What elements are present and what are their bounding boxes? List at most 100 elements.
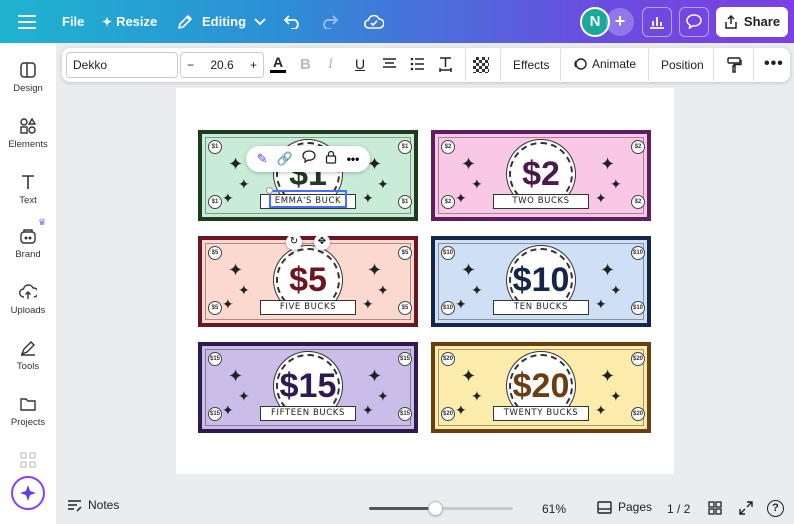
magic-sparkle-icon	[20, 485, 36, 501]
text-selection-box[interactable]	[266, 187, 347, 208]
sidebar-item-projects[interactable]: Projects	[0, 395, 56, 428]
add-comment-icon[interactable]	[302, 150, 316, 168]
zoom-slider[interactable]	[369, 501, 513, 516]
magic-assistant-button[interactable]	[11, 476, 45, 510]
sparkle-icon: ✦	[102, 14, 113, 29]
corner-badge: $1	[208, 140, 222, 154]
toolbar-divider	[560, 49, 561, 81]
font-size-increase-button[interactable]: +	[250, 58, 257, 72]
share-button[interactable]: Share	[716, 0, 788, 43]
comments-button[interactable]	[679, 0, 709, 43]
money-bill[interactable]: $20 $20 $20 $20 ✦ ✦ ✦ ✦ ✦ ✦ $20 TWENTY BUCKS	[431, 342, 651, 433]
sidebar-item-tools[interactable]: Tools	[0, 339, 56, 372]
undo-button[interactable]	[284, 0, 302, 43]
menu-icon[interactable]	[18, 0, 36, 43]
font-size-control: − 20.6 +	[180, 52, 264, 78]
text-color-button[interactable]: A	[270, 55, 286, 75]
sparkle-icon: ✦	[362, 296, 374, 312]
resize-handle[interactable]	[266, 187, 273, 194]
corner-badge: $2	[631, 195, 645, 209]
resize-label: Resize	[116, 14, 158, 29]
animate-button[interactable]: Animate	[573, 57, 636, 71]
bill-amount[interactable]: $5	[202, 262, 414, 298]
comment-icon	[679, 6, 709, 37]
align-center-icon[interactable]	[382, 57, 397, 74]
grid-view-icon[interactable]	[708, 501, 722, 518]
corner-badge: $15	[398, 407, 412, 421]
bill-amount[interactable]: $10	[435, 262, 647, 298]
italic-icon[interactable]: I	[328, 56, 333, 73]
animate-label: Animate	[592, 57, 637, 71]
paint-roller-icon[interactable]	[726, 57, 742, 76]
bold-icon[interactable]: B	[300, 56, 311, 73]
text-icon	[22, 175, 34, 189]
pencil-icon	[178, 14, 192, 29]
corner-badge: $20	[631, 407, 645, 421]
fullscreen-icon[interactable]	[739, 501, 753, 518]
bill-amount[interactable]: $15	[202, 368, 414, 404]
link-icon[interactable]: 🔗	[277, 151, 293, 167]
more-options-icon[interactable]: •••	[764, 55, 784, 73]
corner-badge: $1	[398, 140, 412, 154]
bill-label[interactable]: FIVE BUCKS	[260, 300, 356, 315]
notes-button[interactable]: Notes	[67, 498, 119, 512]
cloud-check-icon	[364, 14, 384, 29]
position-button[interactable]: Position	[661, 58, 704, 72]
move-handle-icon[interactable]: ✥	[314, 234, 330, 250]
sparkle-icon: ✦	[595, 190, 607, 206]
corner-badge: $2	[441, 140, 455, 154]
sparkle-icon: ✦	[362, 190, 374, 206]
letter-spacing-icon[interactable]	[438, 56, 453, 75]
help-button[interactable]: ?	[767, 500, 784, 517]
left-sidebar: Design Elements Text ♛ Brand Uploads Too…	[0, 43, 56, 524]
share-label: Share	[743, 14, 781, 29]
redo-icon	[323, 14, 338, 29]
zoom-value[interactable]: 61%	[542, 502, 566, 516]
upload-cloud-icon	[19, 284, 37, 299]
bill-label[interactable]: TWO BUCKS	[493, 194, 589, 209]
transparency-icon[interactable]	[473, 57, 489, 73]
editing-mode-button[interactable]: Editing	[176, 0, 266, 43]
money-bill[interactable]: $15 $15 $15 $15 ✦ ✦ ✦ ✦ ✦ ✦ $15 FIFTEEN BUCKS	[198, 342, 418, 433]
file-menu-button[interactable]: File	[62, 0, 84, 43]
more-options-icon[interactable]: •••	[347, 152, 360, 166]
sidebar-item-elements[interactable]: Elements	[0, 117, 56, 150]
money-bill[interactable]: $5 $5 $5 $5 ✦ ✦ ✦ ✦ ✦ ✦ $5 FIVE BUCKS	[198, 236, 418, 327]
bill-label[interactable]: FIFTEEN BUCKS	[260, 406, 356, 421]
list-icon[interactable]	[410, 57, 425, 74]
font-size-decrease-button[interactable]: −	[187, 58, 194, 72]
redo-button[interactable]	[320, 0, 338, 43]
add-collaborator-button[interactable]: +	[606, 0, 634, 43]
bill-label[interactable]: TEN BUCKS	[493, 300, 589, 315]
resize-button[interactable]: ✦ Resize	[102, 0, 157, 43]
font-size-input[interactable]: 20.6	[210, 58, 233, 72]
effects-button[interactable]: Effects	[513, 58, 549, 72]
design-page[interactable]: $1 $1 $1 $1 ✦ ✦ ✦ ✦ ✦ ✦ $1 EMMA'S BUCK $2 $2 $2 $2 ✦ ✦ ✦ ✦ ✦…	[176, 88, 674, 474]
cloud-save-status[interactable]	[364, 0, 384, 43]
undo-icon	[284, 14, 299, 29]
insights-button[interactable]	[642, 0, 672, 43]
bill-amount[interactable]: $20	[435, 368, 647, 404]
text-toolbar: Dekko − 20.6 + A B I U Effects Animate P…	[62, 48, 790, 82]
money-bill[interactable]: $2 $2 $2 $2 ✦ ✦ ✦ ✦ ✦ ✦ $2 TWO BUCKS	[431, 130, 651, 221]
font-family-select[interactable]: Dekko	[66, 52, 178, 78]
crown-icon: ♛	[38, 217, 47, 227]
corner-badge: $20	[441, 407, 455, 421]
sidebar-item-text[interactable]: Text	[0, 173, 56, 206]
sidebar-item-uploads[interactable]: Uploads	[0, 283, 56, 316]
money-bill[interactable]: $10 $10 $10 $10 ✦ ✦ ✦ ✦ ✦ ✦ $10 TEN BUCKS	[431, 236, 651, 327]
sidebar-item-brand[interactable]: ♛ Brand	[0, 217, 56, 260]
sidebar-item-design[interactable]: Design	[0, 61, 56, 94]
bill-amount[interactable]: $2	[435, 156, 647, 192]
apps-icon[interactable]	[0, 451, 56, 473]
zoom-slider-thumb[interactable]	[428, 501, 444, 516]
pages-button[interactable]: Pages	[597, 500, 652, 514]
corner-badge: $10	[631, 246, 645, 260]
bill-label[interactable]: TWENTY BUCKS	[493, 406, 589, 421]
lock-icon[interactable]	[325, 150, 337, 169]
corner-badge: $1	[398, 195, 412, 209]
rotate-handle-icon[interactable]: ↻	[286, 234, 302, 250]
layout-icon	[20, 62, 36, 78]
magic-edit-icon[interactable]: ✎	[257, 151, 268, 167]
underline-icon[interactable]: U	[355, 56, 365, 72]
